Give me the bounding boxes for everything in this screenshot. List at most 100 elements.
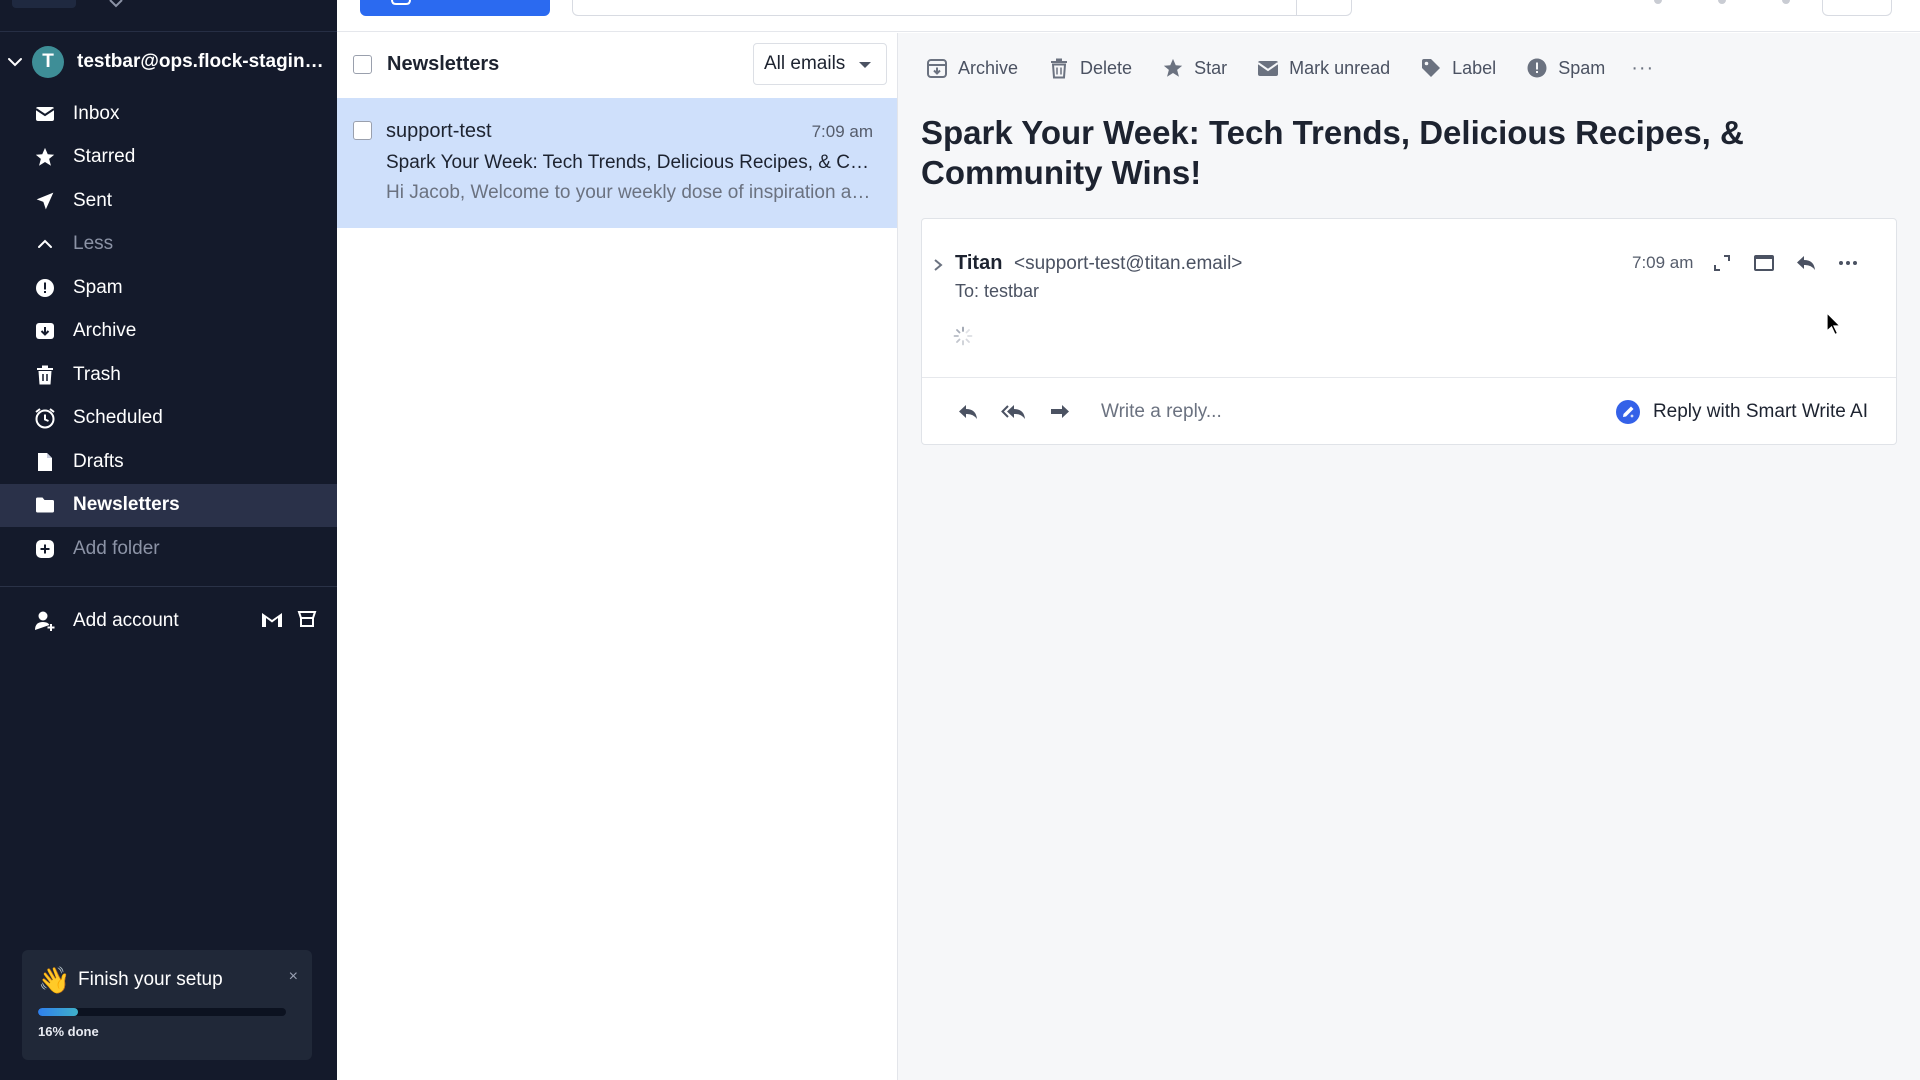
open-window-icon[interactable] [1752,251,1776,275]
settings-icon[interactable] [106,0,126,8]
add-user-icon [34,610,56,632]
message-preview: Hi Jacob, Welcome to your weekly dose of… [386,182,876,203]
inbox-icon [34,103,56,125]
sidebar-item-less[interactable]: Less [0,223,337,267]
sidebar-item-label: Scheduled [73,407,163,429]
account-switcher[interactable]: T testbar@ops.flock-staging.com [0,32,337,92]
sidebar-top-button[interactable] [12,0,76,8]
setup-progress-card[interactable]: 👋 Finish your setup × 16% done [22,950,312,1060]
gmail-icon[interactable] [261,610,283,628]
sidebar-item-label: Less [73,233,114,255]
sidebar-item-label: Inbox [73,102,120,124]
star-icon [1163,58,1183,77]
sidebar-item-spam[interactable]: Spam [0,266,337,310]
send-icon [34,190,56,212]
reply-actions [955,400,1073,424]
settings-icon[interactable] [1718,0,1726,4]
tag-icon [1422,59,1441,77]
email-message-card: Titan <support-test@titan.email> To: tes… [921,218,1897,445]
reply-icon[interactable] [955,400,981,424]
sidebar-top-strip [0,0,337,32]
compose-button[interactable] [360,0,550,16]
more-options-icon[interactable] [1836,251,1860,275]
profile-button[interactable] [1822,0,1892,16]
sidebar-item-drafts[interactable]: Drafts [0,440,337,484]
chevron-down-icon[interactable] [6,53,24,71]
sidebar-divider [0,585,337,587]
spam-button[interactable]: Spam [1526,57,1605,79]
message-list: Newsletters All emails support-test 7:09… [337,33,898,1080]
sidebar-item-starred[interactable]: Starred [0,136,337,180]
delete-button[interactable]: Delete [1048,57,1132,79]
label-button[interactable]: Label [1420,57,1496,79]
reply-input[interactable] [1101,400,1581,423]
star-icon [34,146,56,168]
top-bar [337,0,1920,32]
filter-dropdown[interactable]: All emails [753,43,887,85]
chevron-right-icon[interactable] [932,258,944,272]
caret-down-icon [859,62,871,68]
top-icons [1654,0,1790,4]
message-subject: Spark Your Week: Tech Trends, Delicious … [386,152,876,173]
envelope-icon [1257,61,1279,76]
star-label: Star [1194,57,1228,78]
provider-icons [261,610,317,628]
alert-circle-icon [34,277,56,299]
sidebar-item-label: Trash [73,363,121,385]
folder-nav: Inbox Starred Sent Less Spam Archive Tra… [0,92,337,571]
sidebar-item-newsletters[interactable]: Newsletters [0,483,337,527]
select-all-checkbox[interactable] [353,55,372,74]
plus-circle-icon [34,538,56,560]
sidebar-item-inbox[interactable]: Inbox [0,92,337,136]
reply-icon[interactable] [1794,251,1818,275]
forward-icon[interactable] [1047,400,1073,424]
outlook-icon[interactable] [297,610,317,628]
email-subject: Spark Your Week: Tech Trends, Delicious … [921,114,1744,191]
recipient-line: To: testbar [955,281,1040,301]
archive-label: Archive [958,57,1019,78]
label-label: Label [1452,57,1497,78]
message-time: 7:09 am [811,122,873,141]
star-button[interactable]: Star [1162,57,1227,79]
reply-bar: Reply with Smart Write AI [922,377,1896,445]
sidebar-item-label: Drafts [73,450,124,472]
setup-title: Finish your setup [78,969,223,990]
sender-email: <support-test@titan.email> [1013,253,1243,274]
sidebar-item-label: Starred [73,146,136,168]
reply-all-icon[interactable] [1001,400,1027,424]
sidebar-item-sent[interactable]: Sent [0,179,337,223]
add-account-button[interactable]: Add account [0,599,337,643]
clock-icon [34,407,56,429]
smart-write-ai-button[interactable]: Reply with Smart Write AI [1615,399,1868,425]
expand-icon[interactable] [1710,251,1734,275]
smart-write-label: Reply with Smart Write AI [1652,401,1868,422]
sender-name: Titan [955,252,1003,274]
sidebar-item-trash[interactable]: Trash [0,353,337,397]
filter-selected: All emails [764,53,846,74]
trash-icon [1051,58,1068,79]
folder-icon [34,494,56,516]
help-icon[interactable] [1654,0,1662,4]
list-item[interactable]: support-test 7:09 am Spark Your Week: Te… [337,98,897,228]
list-header: Newsletters All emails [337,33,897,96]
waving-hand-icon: 👋 [38,964,71,995]
mark-unread-label: Mark unread [1289,57,1391,78]
sidebar-item-scheduled[interactable]: Scheduled [0,397,337,441]
alert-circle-icon [1527,58,1547,78]
close-icon[interactable]: × [289,968,298,986]
trash-icon [34,364,56,386]
sidebar-item-add-folder[interactable]: Add folder [0,527,337,571]
sidebar-item-archive[interactable]: Archive [0,310,337,354]
message-checkbox[interactable] [353,121,372,140]
notifications-icon[interactable] [1782,0,1790,4]
setup-progress-bar [38,1008,286,1016]
search-input[interactable] [572,0,1352,16]
archive-icon [927,59,947,78]
sidebar-item-label: Spam [73,276,123,298]
more-actions-icon[interactable]: ··· [1631,57,1654,80]
avatar: T [32,46,64,78]
archive-icon [34,320,56,342]
archive-button[interactable]: Archive [926,57,1018,79]
mark-unread-button[interactable]: Mark unread [1257,57,1390,79]
folder-title: Newsletters [387,53,500,75]
